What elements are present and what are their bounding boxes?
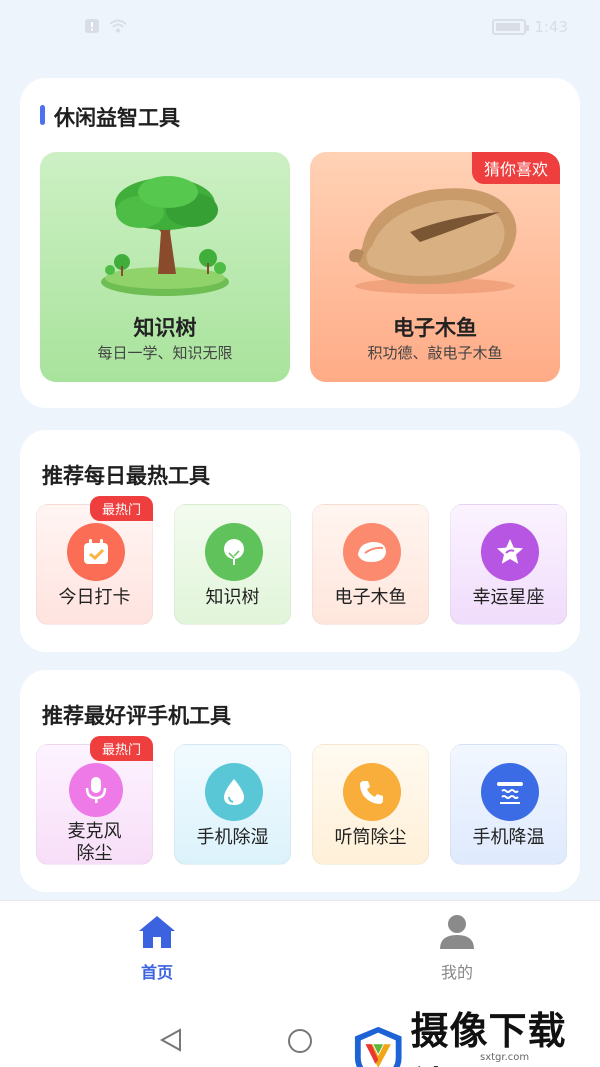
- home-circle-icon[interactable]: [286, 1027, 314, 1055]
- user-icon: [440, 915, 474, 949]
- wifi-icon: [109, 19, 127, 33]
- wooden-fish-icon: [343, 523, 401, 581]
- wooden-fish-tool[interactable]: 电子木鱼: [312, 504, 429, 625]
- cooling-icon: [481, 763, 539, 821]
- knowledge-tree-tool[interactable]: 知识树: [174, 504, 291, 625]
- tree-illustration-icon: [101, 176, 229, 296]
- tile-desc: 积功德、敲电子木鱼: [367, 344, 503, 362]
- section-title: 推荐每日最热工具: [42, 464, 210, 488]
- tool-label: 电子木鱼: [334, 587, 407, 608]
- star-icon: [481, 523, 539, 581]
- microphone-icon: [69, 763, 123, 817]
- checkin-tool[interactable]: 最热门 今日打卡: [36, 496, 153, 625]
- tool-label-line2: 除尘: [76, 843, 113, 864]
- tree-icon: [205, 523, 263, 581]
- nav-mine[interactable]: 我的: [397, 913, 517, 983]
- leisure-tools-card: 休闲益智工具 知识树 每日一学、知识无限 猜你喜欢 电子木鱼 积功德、敲电子木鱼: [20, 78, 580, 408]
- tool-label: 听筒除尘: [334, 827, 407, 848]
- title-accent-bar: [40, 105, 45, 125]
- status-bar: 1:43: [0, 0, 600, 58]
- tool-row: 最热门 今日打卡 知识树 电子木鱼 幸运星座: [36, 496, 567, 625]
- nav-home[interactable]: 首页: [97, 913, 217, 983]
- status-right: 1:43: [492, 18, 568, 36]
- bottom-nav: 首页 我的: [0, 900, 600, 1012]
- watermark: 摄像下载站 sxtgr.com: [352, 1000, 600, 1067]
- tile-name: 电子木鱼: [393, 316, 477, 340]
- nav-home-label: 首页: [140, 963, 173, 982]
- top-rated-tools-card: 推荐最好评手机工具 最热门 麦克风 除尘 手机除湿 听筒除尘 手机降温: [20, 670, 580, 892]
- tool-label: 手机除湿: [196, 827, 269, 848]
- hot-badge: 最热门: [89, 496, 153, 521]
- status-time: 1:43: [534, 18, 568, 36]
- home-icon: [139, 916, 175, 948]
- hot-badge: 最热门: [89, 736, 153, 761]
- calendar-check-icon: [67, 523, 125, 581]
- daily-hot-tools-card: 推荐每日最热工具 最热门 今日打卡 知识树 电子木鱼 幸运星座: [20, 430, 580, 652]
- earpiece-dust-tool[interactable]: 听筒除尘: [312, 744, 429, 865]
- notification-icon: [85, 19, 99, 33]
- tool-label-line1: 麦克风: [67, 821, 122, 842]
- tool-label: 今日打卡: [58, 587, 131, 608]
- tool-label: 幸运星座: [472, 587, 545, 608]
- section-title: 休闲益智工具: [54, 106, 180, 130]
- wooden-fish-illustration-icon: [349, 188, 517, 294]
- nav-mine-label: 我的: [440, 963, 473, 982]
- lucky-constellation-tool[interactable]: 幸运星座: [450, 504, 567, 625]
- droplet-icon: [205, 763, 263, 821]
- tool-row: 最热门 麦克风 除尘 手机除湿 听筒除尘 手机降温: [36, 736, 567, 865]
- watermark-url: sxtgr.com: [480, 1052, 530, 1063]
- battery-icon: [492, 19, 530, 35]
- tool-label: 手机降温: [472, 827, 545, 848]
- tool-label: 知识树: [205, 587, 260, 608]
- tool-label: 麦克风 除尘: [37, 821, 152, 865]
- phone-dehumidify-tool[interactable]: 手机除湿: [174, 744, 291, 865]
- phone-icon: [343, 763, 401, 821]
- section-title: 推荐最好评手机工具: [42, 704, 231, 728]
- watermark-logo-icon: [354, 1026, 402, 1067]
- microphone-dust-tool[interactable]: 最热门 麦克风 除尘: [36, 736, 153, 865]
- wooden-fish-tile[interactable]: 猜你喜欢 电子木鱼 积功德、敲电子木鱼: [310, 152, 560, 382]
- knowledge-tree-tile[interactable]: 知识树 每日一学、知识无限: [40, 152, 290, 382]
- back-icon[interactable]: [158, 1027, 184, 1053]
- status-left: [84, 18, 128, 34]
- tile-name: 知识树: [133, 316, 197, 340]
- phone-cooling-tool[interactable]: 手机降温: [450, 744, 567, 865]
- tile-desc: 每日一学、知识无限: [97, 344, 233, 362]
